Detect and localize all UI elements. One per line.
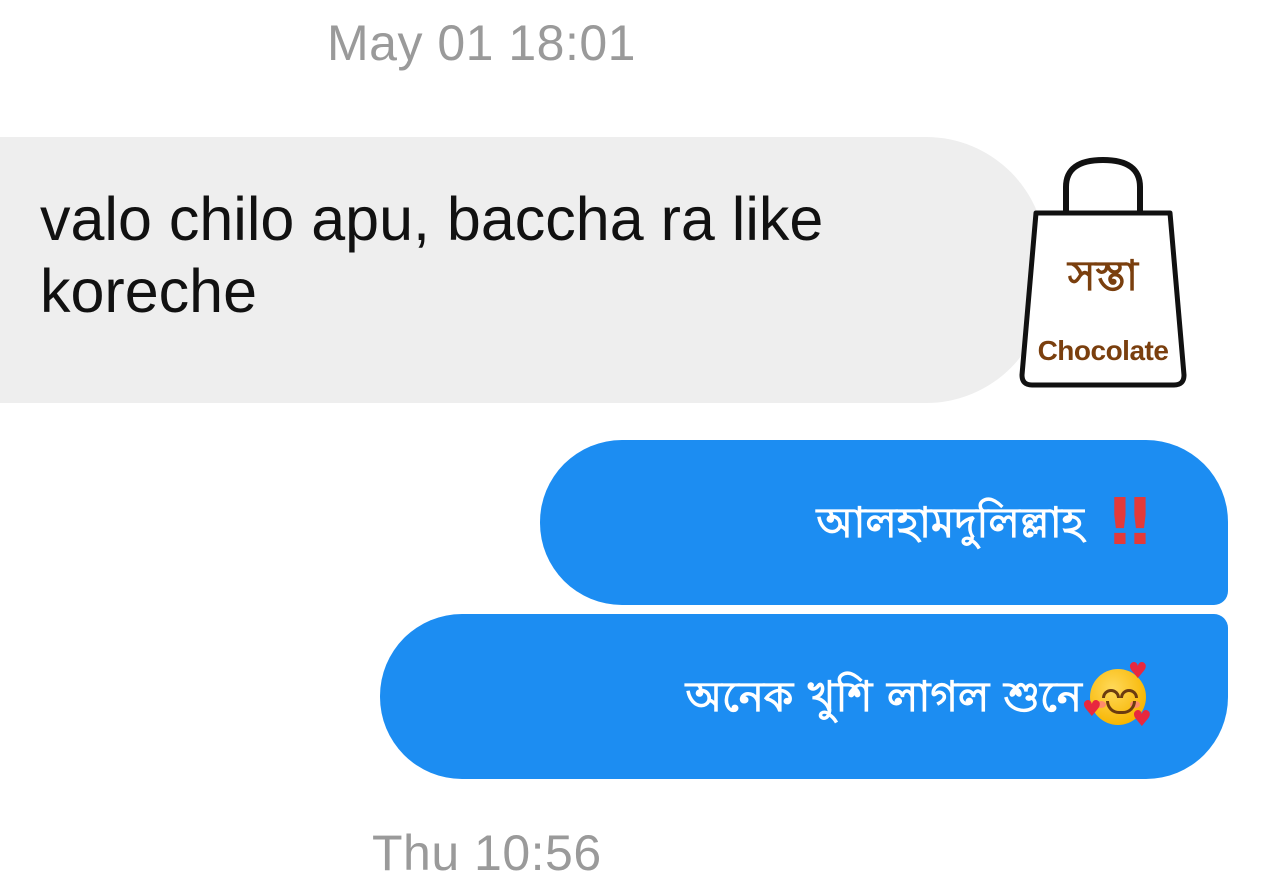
- outgoing-message-bubble[interactable]: অনেক খুশি লাগল শুনে ♥ ♥ ♥: [380, 614, 1228, 779]
- outgoing-message-text: আলহামদুলিল্লাহ: [816, 497, 1084, 547]
- logo-text-bangla: সস্তা: [1067, 251, 1139, 300]
- incoming-message-text: valo chilo apu, baccha ra like koreche: [40, 185, 824, 325]
- outgoing-message-text: অনেক খুশি লাগল শুনে: [685, 671, 1082, 721]
- timestamp-top: May 01 18:01: [327, 15, 636, 71]
- incoming-message-bubble[interactable]: valo chilo apu, baccha ra like koreche: [0, 137, 1046, 403]
- outgoing-message-bubble[interactable]: আলহামদুলিল্লাহ ‼: [540, 440, 1228, 605]
- timestamp-bottom: Thu 10:56: [372, 825, 602, 881]
- double-exclamation-icon: ‼: [1109, 485, 1150, 560]
- brand-logo: সস্তা Chocolate: [1018, 155, 1188, 395]
- smiling-face-with-hearts-icon: ♥ ♥ ♥: [1082, 658, 1152, 732]
- logo-text-english: Chocolate: [1037, 335, 1169, 366]
